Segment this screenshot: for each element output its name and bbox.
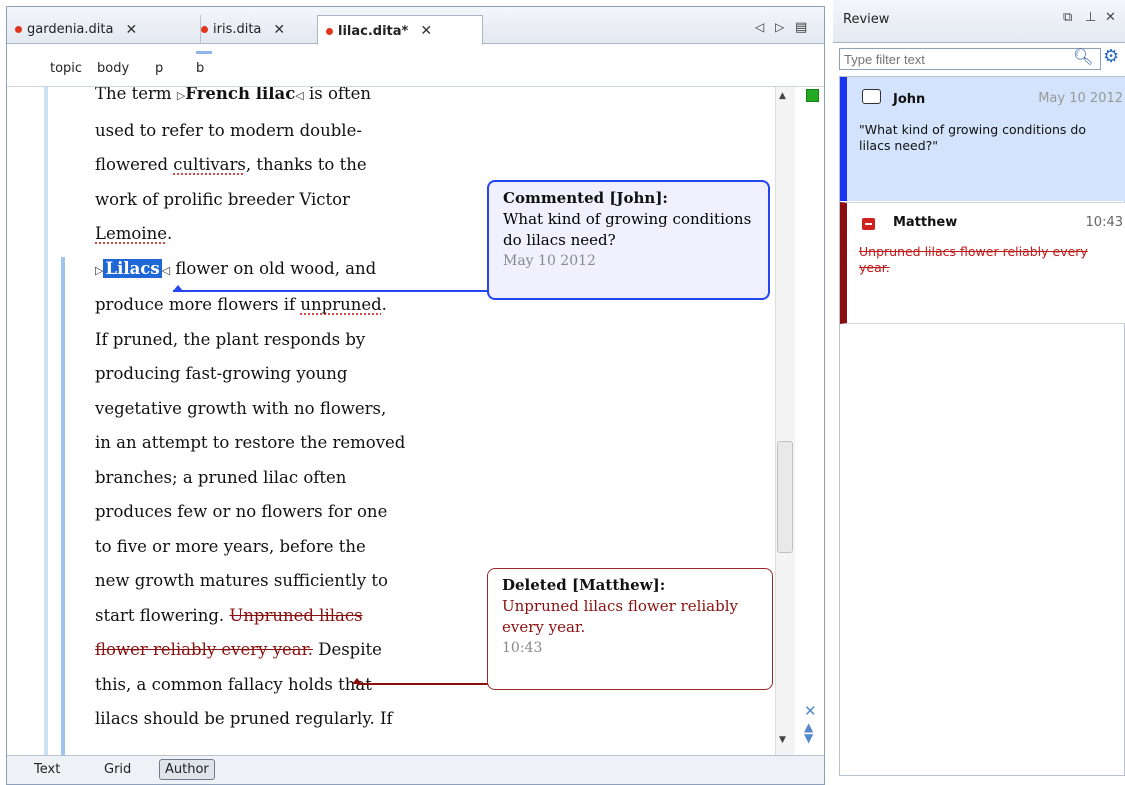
- breadcrumb-current-marker: [196, 51, 212, 54]
- text-line: flowered cultivars, thanks to the: [95, 155, 367, 174]
- text-line: produce more flowers if unpruned.: [95, 295, 387, 314]
- review-item-text: Unpruned lilacs flower reliably every ye…: [859, 244, 1088, 275]
- settings-icon[interactable]: ⚙: [1103, 46, 1119, 67]
- tab-scroll-right-icon[interactable]: ▷: [775, 20, 784, 34]
- deletion-connector-line: [357, 683, 488, 685]
- mode-author-tab[interactable]: Author: [159, 759, 215, 780]
- search-icon[interactable]: 🔍︎: [1073, 47, 1093, 66]
- comment-icon: [862, 89, 881, 104]
- tab-label: gardenia.dita: [27, 22, 114, 37]
- deleted-text[interactable]: flower reliably every year.: [95, 640, 313, 659]
- breadcrumb-b[interactable]: b: [196, 61, 204, 76]
- text-line: lilacs should be pruned regularly. If: [95, 709, 393, 728]
- text-line: The term ▷French lilac◁ is often: [95, 87, 465, 114]
- text-line: produces few or no flowers for one: [95, 502, 388, 521]
- vertical-scrollbar[interactable]: [775, 87, 795, 755]
- mode-text-tab[interactable]: Text: [34, 762, 60, 777]
- review-item-author: Matthew: [893, 215, 958, 230]
- french-lilac-bold: French lilac: [185, 87, 296, 103]
- block-gutter-outer: [44, 87, 48, 755]
- text-line: producing fast-growing young: [95, 364, 348, 383]
- block-gutter-inner: [61, 257, 65, 755]
- text-line: in an attempt to restore the removed: [95, 433, 406, 452]
- text-line: to five or more years, before the: [95, 536, 366, 556]
- review-item-text: "What kind of growing conditions do lila…: [859, 122, 1086, 153]
- tab-bar: gardenia.dita ✕ iris.dita ✕ lilac.dita* …: [7, 7, 824, 46]
- text-line: used to refer to modern double-: [95, 120, 362, 140]
- callout-body: Unpruned lilacs flower reliably every ye…: [502, 597, 738, 636]
- callout-date: May 10 2012: [503, 253, 596, 269]
- document-text-area[interactable]: The term ▷French lilac◁ is often used to…: [95, 87, 475, 755]
- breadcrumb-p[interactable]: p: [155, 61, 163, 76]
- callout-title: Commented [John]:: [503, 189, 668, 207]
- mode-grid-tab[interactable]: Grid: [104, 762, 131, 777]
- editor-pane: gardenia.dita ✕ iris.dita ✕ lilac.dita* …: [6, 6, 825, 785]
- text-line: vegetative growth with no flowers,: [95, 398, 387, 418]
- tab-lilac-active[interactable]: lilac.dita* ✕: [317, 15, 483, 46]
- breadcrumb: topic body p b: [7, 45, 824, 87]
- tab-list-icon[interactable]: ▤: [795, 20, 807, 35]
- document-status-icon[interactable]: [806, 89, 819, 102]
- scroll-thumb[interactable]: [777, 441, 793, 553]
- tag-end-icon[interactable]: ◁: [162, 264, 170, 277]
- review-panel: Review ⧉ ⊥ ✕ 🔍︎ ⚙ John May 10 2012 "What…: [833, 0, 1125, 785]
- text-line: Lemoine.: [95, 224, 173, 243]
- callout-title: Deleted [Matthew]:: [502, 576, 666, 594]
- tab-close-icon[interactable]: ✕: [420, 23, 432, 39]
- text-line: work of prolific breeder Victor: [95, 189, 350, 209]
- clear-icon[interactable]: ✕: [804, 702, 817, 720]
- tab-scroll-left-icon[interactable]: ◁: [755, 20, 764, 34]
- overview-ruler: [797, 87, 824, 755]
- tab-close-icon[interactable]: ✕: [273, 22, 285, 38]
- review-filter-input[interactable]: [839, 48, 1101, 70]
- review-item-comment[interactable]: John May 10 2012 "What kind of growing c…: [840, 77, 1125, 201]
- review-header: Review ⧉ ⊥ ✕: [833, 0, 1125, 43]
- review-list: John May 10 2012 "What kind of growing c…: [839, 76, 1125, 776]
- tab-status-dot: [15, 26, 22, 33]
- text-line: start flowering. Unpruned lilacs: [95, 605, 363, 625]
- review-item-author: John: [893, 92, 926, 107]
- text-line: new growth matures sufficiently to: [95, 571, 388, 590]
- deletion-anchor-icon: [352, 678, 362, 684]
- review-item-time: May 10 2012: [1038, 91, 1123, 106]
- text-line: flower reliably every year. Despite: [95, 640, 382, 659]
- document-body[interactable]: The term ▷French lilac◁ is often used to…: [95, 87, 465, 737]
- deletion-icon: [862, 218, 875, 230]
- close-icon[interactable]: ✕: [1105, 10, 1116, 25]
- tab-status-dot: [201, 26, 208, 33]
- scroll-down-icon[interactable]: ▼: [779, 735, 786, 745]
- pin-icon[interactable]: ⊥: [1085, 10, 1096, 25]
- restore-icon[interactable]: ⧉: [1063, 10, 1072, 25]
- editing-mode-bar: Text Grid Author: [7, 755, 824, 784]
- review-item-deletion[interactable]: Matthew 10:43 Unpruned lilacs flower rel…: [840, 202, 1125, 324]
- deletion-callout[interactable]: Deleted [Matthew]: Unpruned lilacs flowe…: [487, 568, 773, 690]
- next-change-icon[interactable]: ▲ ▼: [804, 721, 813, 744]
- scroll-up-icon[interactable]: ▲: [779, 91, 786, 101]
- text-line: ▷ Lilacs ◁ flower on old wood, and: [95, 258, 377, 278]
- selected-word-lilacs[interactable]: Lilacs: [103, 258, 162, 278]
- breadcrumb-topic[interactable]: topic: [50, 61, 82, 76]
- review-title: Review: [843, 12, 890, 27]
- comment-anchor-icon: [173, 285, 183, 291]
- callout-date: 10:43: [502, 640, 543, 656]
- tab-iris[interactable]: iris.dita ✕: [193, 15, 326, 44]
- comment-connector-line: [173, 290, 488, 292]
- tab-close-icon[interactable]: ✕: [125, 22, 137, 38]
- comment-callout[interactable]: Commented [John]: What kind of growing c…: [487, 180, 770, 300]
- tab-label: lilac.dita*: [338, 23, 409, 39]
- breadcrumb-body[interactable]: body: [97, 61, 129, 76]
- deleted-text[interactable]: Unpruned lilacs: [229, 606, 362, 625]
- tab-label: iris.dita: [213, 22, 262, 37]
- text-line: If pruned, the plant responds by: [95, 329, 366, 349]
- tab-gardenia[interactable]: gardenia.dita ✕: [7, 15, 201, 44]
- callout-body: What kind of growing conditions do lilac…: [503, 210, 752, 249]
- text-line: branches; a pruned lilac often: [95, 467, 347, 487]
- review-item-time: 10:43: [1085, 215, 1123, 230]
- tab-status-dot: [326, 27, 333, 35]
